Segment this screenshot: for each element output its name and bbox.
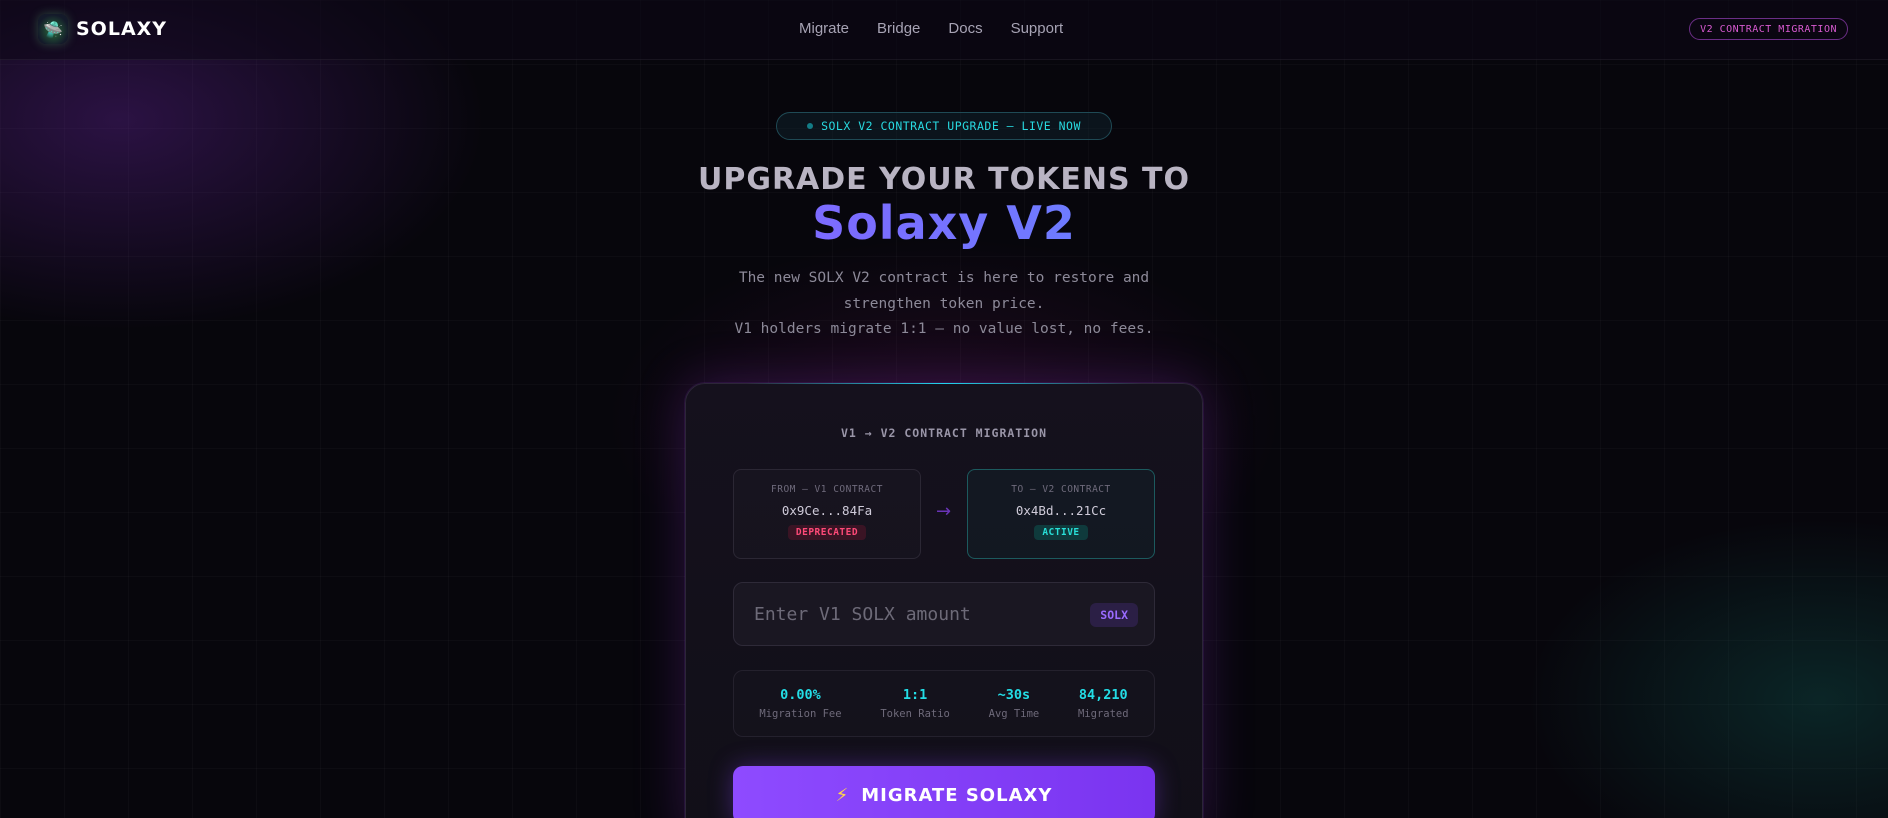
to-contract-label: TO — V2 CONTRACT <box>1011 484 1111 495</box>
stat-label: Token Ratio <box>880 708 950 720</box>
nav-link-support[interactable]: Support <box>1011 20 1064 37</box>
stat-token-ratio: 1:1 Token Ratio <box>880 687 950 720</box>
migration-stats: 0.00% Migration Fee 1:1 Token Ratio ~30s… <box>733 670 1155 737</box>
stat-value: ~30s <box>997 687 1031 703</box>
stat-value: 0.00% <box>780 687 821 703</box>
stat-migrated: 84,210 Migrated <box>1078 687 1129 720</box>
token-tag: SOLX <box>1090 603 1138 627</box>
logo-text: SOLAXY <box>76 18 168 40</box>
from-contract-box: FROM — V1 CONTRACT 0x9Ce...84Fa DEPRECAT… <box>733 469 921 559</box>
live-announcement-pill: SOLX V2 CONTRACT UPGRADE — LIVE NOW <box>776 112 1112 140</box>
stat-value: 1:1 <box>902 687 928 703</box>
pill-text: SOLX V2 CONTRACT UPGRADE — LIVE NOW <box>821 119 1081 133</box>
card-title: V1 → V2 CONTRACT MIGRATION <box>840 426 1047 440</box>
live-dot-icon <box>807 123 814 129</box>
hero-description: The new SOLX V2 contract is here to rest… <box>0 266 1888 343</box>
nav-link-migrate[interactable]: Migrate <box>799 20 849 37</box>
hero-heading: UPGRADE YOUR TOKENS TO <box>697 162 1191 197</box>
top-nav: 🛸 SOLAXY Migrate Bridge Docs Support V2 … <box>0 0 1888 60</box>
stat-avg-time: ~30s Avg Time <box>989 687 1040 720</box>
ufo-logo-icon: 🛸 <box>38 14 68 44</box>
from-contract-address: 0x9Ce...84Fa <box>781 503 873 518</box>
stat-migration-fee: 0.00% Migration Fee <box>759 687 841 720</box>
stat-value: 84,210 <box>1078 687 1128 703</box>
stat-label: Avg Time <box>988 708 1040 720</box>
stat-label: Migration Fee <box>759 708 842 720</box>
to-contract-box: TO — V2 CONTRACT 0x4Bd...21Cc ACTIVE <box>967 469 1155 559</box>
from-contract-label: FROM — V1 CONTRACT <box>771 484 883 495</box>
migrate-button[interactable]: ⚡ MIGRATE SOLAXY <box>733 766 1155 818</box>
hero-desc-line: V1 holders migrate 1:1 — no value lost, … <box>734 321 1154 337</box>
to-contract-address: 0x4Bd...21Cc <box>1015 503 1107 518</box>
amount-field: SOLX <box>733 582 1155 646</box>
deprecated-badge: DEPRECATED <box>787 525 867 540</box>
nav-links: Migrate Bridge Docs Support <box>799 20 1063 37</box>
migrate-button-label: MIGRATE SOLAXY <box>861 784 1053 806</box>
migration-card: V1 → V2 CONTRACT MIGRATION FROM — V1 CON… <box>685 383 1203 818</box>
amount-input[interactable] <box>754 583 1074 645</box>
card-accent-line <box>746 383 1142 384</box>
stat-label: Migrated <box>1077 708 1129 720</box>
hero-desc-line: The new SOLX V2 contract is here to rest… <box>738 270 1150 286</box>
hero-desc-line: strengthen token price. <box>843 295 1045 312</box>
contract-migration-badge: V2 CONTRACT MIGRATION <box>1689 18 1848 40</box>
logo[interactable]: 🛸 SOLAXY <box>38 14 167 44</box>
nav-link-bridge[interactable]: Bridge <box>877 20 920 37</box>
active-badge: ACTIVE <box>1034 525 1088 540</box>
lightning-bolt-icon: ⚡ <box>835 784 850 806</box>
nav-link-docs[interactable]: Docs <box>948 20 982 37</box>
hero-heading-brand: Solaxy V2 <box>0 196 1888 250</box>
arrow-right-icon: → <box>936 501 952 522</box>
